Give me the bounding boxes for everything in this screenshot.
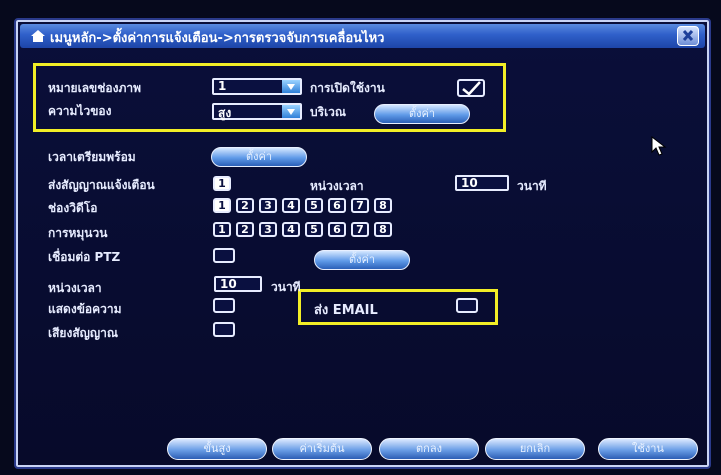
tour-channel-6[interactable]: 6 — [328, 222, 346, 237]
show-message-label: แสดงข้อความ — [48, 302, 122, 316]
checkmark-icon — [462, 81, 481, 96]
record-channel-label: ช่องวิดีโอ — [48, 201, 98, 215]
send-email-label: ส่ง EMAIL — [314, 303, 378, 318]
tour-channel-2[interactable]: 2 — [236, 222, 254, 237]
sensitivity-value: สูง — [218, 106, 232, 120]
sensitivity-select[interactable]: สูง — [212, 103, 302, 120]
buzzer-checkbox[interactable] — [213, 322, 235, 337]
alarm-delay-input[interactable]: 10 — [455, 175, 509, 191]
record-channel-8[interactable]: 8 — [374, 198, 392, 213]
dropdown-arrow-icon — [282, 105, 300, 118]
alarm-delay-label: หน่วงเวลา — [310, 179, 364, 193]
show-message-checkbox[interactable] — [213, 298, 235, 313]
schedule-settings-button[interactable]: ตั้งค่า — [211, 147, 307, 167]
record-channel-6[interactable]: 6 — [328, 198, 346, 213]
record-channel-7[interactable]: 7 — [351, 198, 369, 213]
sensitivity-label: ความไวของ — [48, 104, 112, 118]
ok-button[interactable]: ตกลง — [379, 438, 479, 460]
tour-channel-5[interactable]: 5 — [305, 222, 323, 237]
record-channel-1[interactable]: 1 — [213, 198, 231, 213]
mouse-cursor-icon — [651, 136, 667, 156]
tour-channel-7[interactable]: 7 — [351, 222, 369, 237]
record-channel-2[interactable]: 2 — [236, 198, 254, 213]
channel-value: 1 — [218, 79, 227, 93]
enable-label: การเปิดใช้งาน — [310, 81, 385, 95]
tour-channel-3[interactable]: 3 — [259, 222, 277, 237]
channel-label: หมายเลขช่องภาพ — [48, 81, 142, 95]
alarm-out-label: ส่งสัญญาณแจ้งเตือน — [48, 178, 155, 192]
tour-label: การหมุนวน — [48, 226, 108, 240]
advanced-button[interactable]: ขั้นสูง — [167, 438, 267, 460]
record-channel-4[interactable]: 4 — [282, 198, 300, 213]
schedule-label: เวลาเตรียมพร้อม — [48, 150, 136, 164]
title-text: เมนูหลัก->ตั้งค่าการแจ้งเตือน->การตรวจจั… — [50, 31, 385, 46]
cancel-button[interactable]: ยกเลิก — [485, 438, 585, 460]
tour-channel-1[interactable]: 1 — [213, 222, 231, 237]
channel-select[interactable]: 1 — [212, 78, 302, 95]
record-channel-5[interactable]: 5 — [305, 198, 323, 213]
ptz-checkbox[interactable] — [213, 248, 235, 263]
record-channel-3[interactable]: 3 — [259, 198, 277, 213]
ptz-settings-button[interactable]: ตั้งค่า — [314, 250, 410, 270]
buzzer-label: เสียงสัญญาณ — [48, 326, 118, 340]
default-button[interactable]: ค่าเริ่มต้น — [272, 438, 372, 460]
home-icon — [31, 30, 45, 42]
apply-button[interactable]: ใช้งาน — [598, 438, 698, 460]
region-settings-button[interactable]: ตั้งค่า — [374, 104, 470, 124]
close-button[interactable] — [677, 26, 699, 46]
alarm-delay-unit: วนาที — [517, 179, 547, 193]
close-icon — [682, 30, 694, 41]
region-label: บริเวณ — [310, 105, 347, 119]
tour-channel-8[interactable]: 8 — [374, 222, 392, 237]
dropdown-arrow-icon — [282, 80, 300, 93]
enable-checkbox[interactable] — [457, 79, 485, 97]
delay-input[interactable]: 10 — [214, 276, 262, 292]
title-bar: เมนูหลัก->ตั้งค่าการแจ้งเตือน->การตรวจจั… — [20, 24, 705, 48]
delay-unit: วนาที — [271, 280, 301, 294]
send-email-checkbox[interactable] — [456, 298, 478, 313]
ptz-label: เชื่อมต่อ PTZ — [48, 250, 121, 264]
dvr-screen: เมนูหลัก->ตั้งค่าการแจ้งเตือน->การตรวจจั… — [0, 0, 721, 475]
delay-label: หน่วงเวลา — [48, 281, 102, 295]
tour-channel-4[interactable]: 4 — [282, 222, 300, 237]
alarm-out-channel-1[interactable]: 1 — [213, 176, 231, 191]
